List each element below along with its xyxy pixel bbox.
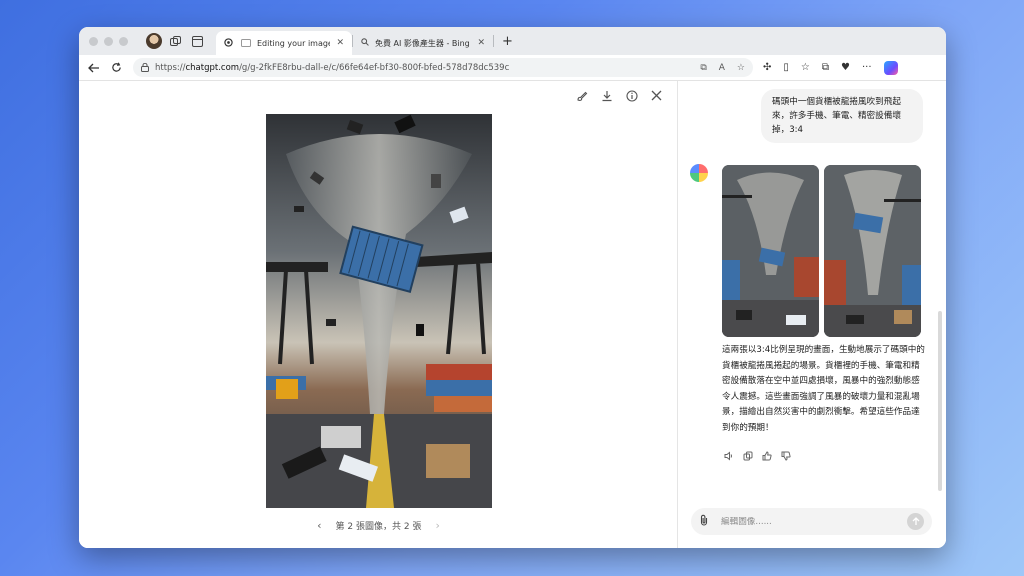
- split-screen-icon[interactable]: ▯: [783, 62, 789, 73]
- favorites-icon[interactable]: ☆: [801, 62, 810, 73]
- tab-bing-image-creator[interactable]: 免費 AI 影像產生器 - Bing 中的影像建立者 ✕: [353, 32, 493, 54]
- more-menu-icon[interactable]: ···: [862, 62, 872, 73]
- copy-icon[interactable]: [743, 451, 753, 464]
- collections-icon[interactable]: ⧉: [822, 62, 829, 73]
- read-aloud-icon[interactable]: [724, 451, 734, 464]
- maximize-window-button[interactable]: [119, 36, 128, 46]
- read-aloud-icon[interactable]: A: [719, 63, 725, 73]
- tab-strip: Editing your images with DALL·E ✕ 免費 AI …: [79, 27, 946, 55]
- open-in-app-icon[interactable]: ⧉: [700, 63, 706, 73]
- url-scheme: https://: [155, 62, 186, 73]
- composer: [691, 508, 932, 535]
- close-icon[interactable]: [650, 89, 663, 102]
- tab-label: Editing your images with DALL·E: [257, 38, 331, 48]
- edit-brush-icon[interactable]: [575, 89, 588, 102]
- tab-close-icon[interactable]: ✕: [336, 38, 344, 48]
- thumbnail-image[interactable]: [722, 165, 819, 337]
- chat-scrollbar[interactable]: [938, 311, 942, 491]
- chat-panel: 碼頭中一個貨櫃被龍捲風吹到飛起來，許多手機、筆電、精密設備壞掉，3:4 這兩張以…: [679, 81, 946, 548]
- assistant-avatar: [690, 164, 708, 182]
- thumbs-up-icon[interactable]: [762, 451, 772, 464]
- edit-image-input[interactable]: [721, 516, 901, 527]
- tab-close-icon[interactable]: ✕: [477, 38, 485, 48]
- previous-image-button[interactable]: ‹: [317, 519, 321, 532]
- thumbs-down-icon[interactable]: [781, 451, 791, 464]
- workspaces-icon[interactable]: [166, 32, 184, 50]
- paperclip-icon[interactable]: [699, 514, 713, 529]
- image-pager: ‹ 第 2 張圖像，共 2 張 ›: [79, 519, 678, 532]
- tab-label: 免費 AI 影像產生器 - Bing 中的影像建立者: [375, 38, 471, 48]
- browser-toolbar: https://chatgpt.com/g/g-2fkFE8rbu-dall-e…: [79, 55, 946, 81]
- generated-thumbnails: [722, 165, 921, 337]
- download-icon[interactable]: [600, 89, 613, 102]
- send-arrow-icon[interactable]: [907, 513, 924, 530]
- copilot-icon[interactable]: [883, 60, 898, 75]
- next-image-button[interactable]: ›: [435, 519, 439, 532]
- search-icon: [361, 38, 369, 48]
- close-window-button[interactable]: [89, 36, 98, 46]
- viewer-actions: [575, 89, 663, 102]
- page-content: ‹ 第 2 張圖像，共 2 張 › 碼頭中一個貨櫃被龍捲風吹到飛起來，許多手機、…: [79, 81, 946, 548]
- back-arrow-icon[interactable]: [83, 57, 105, 79]
- extensions-icon[interactable]: ✣: [763, 62, 771, 73]
- tab-actions-icon[interactable]: [188, 32, 206, 50]
- new-tab-button[interactable]: +: [502, 34, 513, 49]
- browser-essentials-icon[interactable]: ♥: [841, 62, 850, 73]
- assistant-message: 這兩張以3:4比例呈現的畫面，生動地展示了碼頭中的貨櫃被龍捲風捲起的場景。貨櫃裡…: [722, 345, 925, 433]
- generated-image: [266, 114, 492, 508]
- tornado-illustration: [266, 114, 492, 508]
- chatgpt-favicon-icon: [224, 37, 233, 49]
- url-host: chatgpt.com: [185, 62, 240, 73]
- url-path: /g/g-2fkFE8rbu-dall-e/c/66fe64ef-bf30-80…: [239, 62, 510, 73]
- pager-label: 第 2 張圖像，共 2 張: [335, 522, 422, 532]
- favorite-star-icon[interactable]: ☆: [737, 63, 745, 73]
- message-actions: [724, 451, 791, 464]
- tab-dalle[interactable]: Editing your images with DALL·E ✕: [216, 31, 352, 55]
- image-viewer: ‹ 第 2 張圖像，共 2 張 ›: [79, 81, 678, 548]
- address-bar[interactable]: https://chatgpt.com/g/g-2fkFE8rbu-dall-e…: [133, 58, 753, 77]
- tab-divider: [493, 35, 494, 47]
- window-controls: [89, 36, 128, 46]
- page-favicon-icon: [241, 39, 251, 47]
- user-message: 碼頭中一個貨櫃被龍捲風吹到飛起來，許多手機、筆電、精密設備壞掉，3:4: [761, 89, 923, 143]
- refresh-icon[interactable]: [105, 57, 127, 79]
- thumbnail-image[interactable]: [824, 165, 921, 337]
- lock-icon: [141, 63, 149, 72]
- profile-avatar[interactable]: [146, 33, 162, 49]
- browser-window: Editing your images with DALL·E ✕ 免費 AI …: [79, 27, 946, 548]
- info-icon[interactable]: [625, 89, 638, 102]
- minimize-window-button[interactable]: [104, 36, 113, 46]
